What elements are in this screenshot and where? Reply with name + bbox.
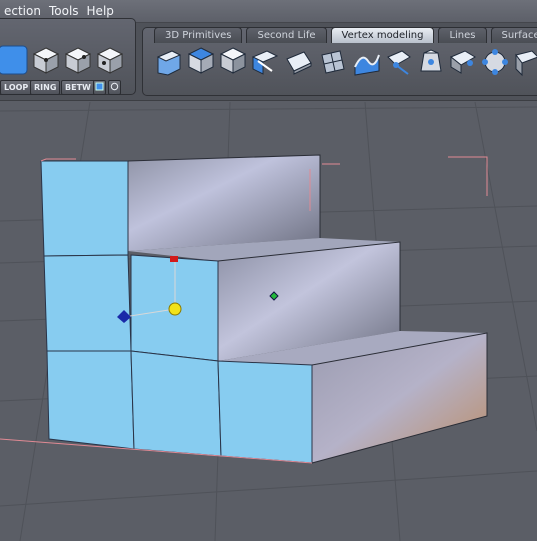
3d-viewport[interactable] [0, 100, 537, 541]
select-lasso-icon[interactable] [108, 80, 121, 95]
bevel-icon[interactable] [154, 47, 184, 77]
tab-vertex-modeling[interactable]: Vertex modeling [331, 27, 435, 43]
extrude-icon[interactable] [186, 45, 216, 75]
cube-solid-icon[interactable] [218, 45, 248, 75]
tab-lines[interactable]: Lines [438, 27, 486, 43]
between-button[interactable]: BETW [61, 80, 95, 95]
tab-surface[interactable]: Surface [491, 27, 537, 43]
plane-icon[interactable] [284, 47, 314, 77]
tab-strip: 3D Primitives Second Life Vertex modelin… [154, 27, 537, 44]
tab-3d-primitives[interactable]: 3D Primitives [154, 27, 242, 43]
smooth-icon[interactable] [352, 47, 382, 77]
cube-face-icon[interactable] [95, 45, 125, 75]
cube-edge-icon[interactable] [63, 45, 93, 75]
select-box-icon[interactable] [93, 80, 106, 95]
loop-button[interactable]: LOOP [0, 80, 32, 95]
gizmo-y-handle[interactable] [170, 256, 178, 262]
gizmo-center-handle[interactable] [169, 303, 181, 315]
subdivide-icon[interactable] [318, 47, 348, 77]
tweak-icon[interactable] [416, 47, 446, 77]
ring-button[interactable]: RING [30, 80, 60, 95]
viewport-canvas [0, 101, 537, 541]
select-mode-icon[interactable] [0, 45, 28, 75]
cube-vertex-icon[interactable] [31, 45, 61, 75]
bridge-icon[interactable] [448, 47, 478, 77]
move-vertex-icon[interactable] [384, 47, 414, 77]
tab-second-life[interactable]: Second Life [246, 27, 326, 43]
knife-icon[interactable] [250, 47, 280, 77]
weld-icon[interactable] [480, 47, 510, 77]
split-icon[interactable] [512, 47, 537, 77]
top-block-face [128, 155, 320, 251]
